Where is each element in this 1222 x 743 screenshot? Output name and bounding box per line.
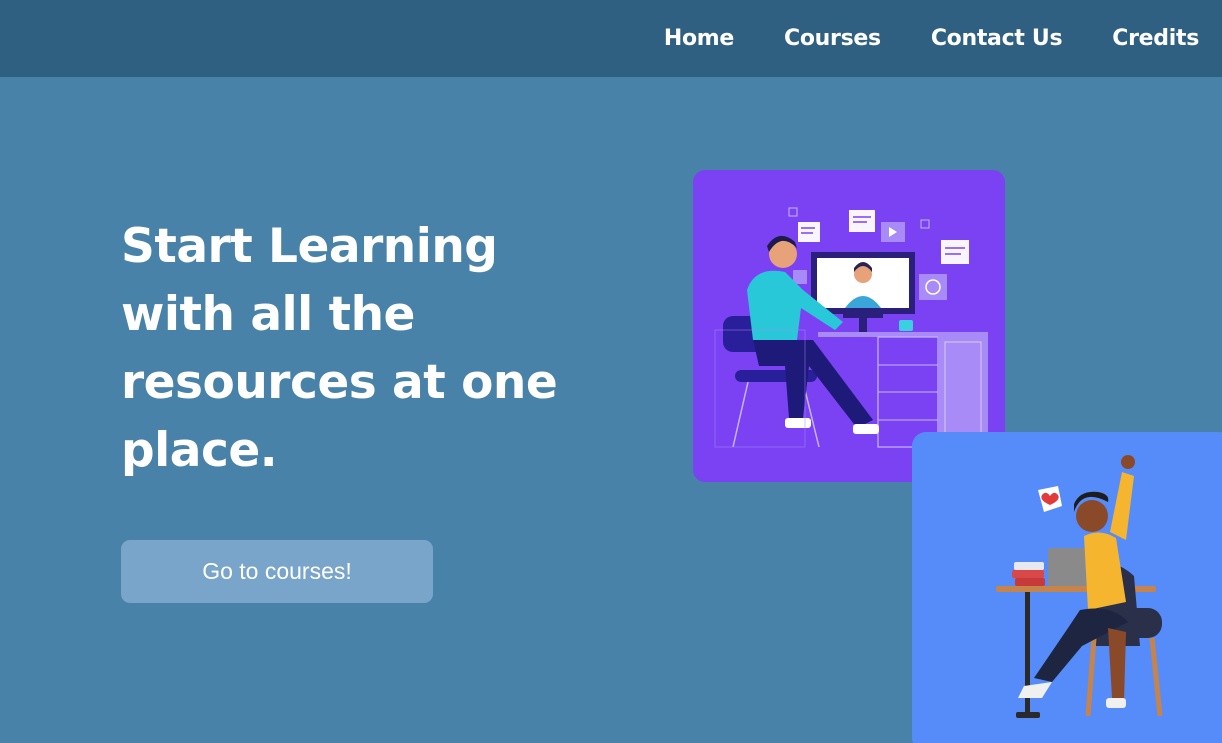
hero-title: Start Learning with all the resources at… [121,213,581,485]
nav-courses-link[interactable]: Courses [784,26,881,51]
nav-links: Home Courses Contact Us Credits [637,0,1222,77]
nav-contact-us-link[interactable]: Contact Us [931,26,1063,51]
nav-credits-link[interactable]: Credits [1112,26,1199,51]
hero-title-line: Start Learning [121,219,498,274]
hero-title-line: place. [121,423,278,478]
navbar: Home Courses Contact Us Credits [0,0,1222,77]
hero-title-line: with all the [121,287,415,342]
go-to-courses-button[interactable]: Go to courses! [121,540,433,603]
student-celebrating-illustration [912,432,1222,743]
student-celebrating-graphic [996,455,1163,718]
nav-home-link[interactable]: Home [664,26,734,51]
hero-title-line: resources at one [121,355,558,410]
